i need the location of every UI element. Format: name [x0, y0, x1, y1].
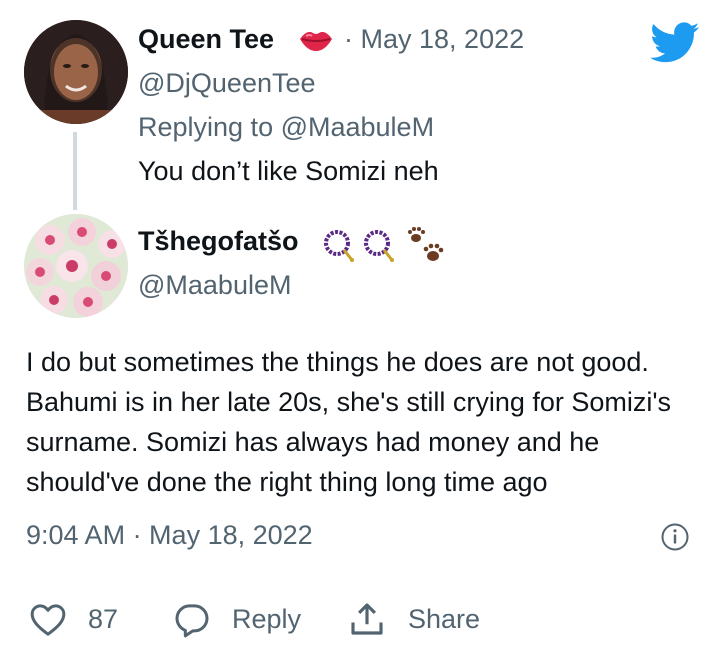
reply-date-text: May 18, 2022 [360, 24, 525, 54]
info-icon[interactable] [660, 522, 690, 552]
replying-to-mention[interactable]: @MaabuleM [281, 112, 434, 142]
heart-icon[interactable] [28, 600, 68, 640]
main-display-name[interactable]: Tšhegofatšo [138, 226, 299, 257]
divider [0, 578, 720, 579]
main-handle[interactable]: @MaabuleM [138, 270, 291, 301]
replying-to-prefix: Replying to [138, 112, 281, 142]
reply-date[interactable]: · May 18, 2022 [344, 24, 524, 55]
reply-tweet-text: You don’t like Somizi neh [138, 156, 439, 186]
share-button[interactable]: Share [408, 604, 480, 635]
avatar-queen-tee[interactable] [24, 20, 128, 124]
reply-bubble-icon[interactable] [172, 600, 212, 640]
lips-icon [298, 25, 334, 57]
avatar-tshegofatso[interactable] [24, 214, 128, 318]
separator-dot: · [344, 24, 353, 54]
prayer-beads-icon [322, 228, 356, 262]
share-icon[interactable] [346, 598, 388, 640]
thread-connector-line [73, 132, 77, 210]
avatar-image [24, 20, 128, 124]
tweet-timestamp[interactable]: 9:04 AM · May 18, 2022 [26, 520, 313, 551]
main-tweet-text: I do but sometimes the things he does ar… [26, 347, 672, 497]
reply-button[interactable]: Reply [232, 604, 301, 635]
like-count[interactable]: 87 [88, 604, 118, 635]
reply-display-name[interactable]: Queen Tee [138, 24, 274, 55]
avatar-image [24, 214, 128, 318]
replying-to-line: Replying to @MaabuleM [138, 112, 434, 143]
prayer-beads-icon [362, 228, 396, 262]
paw-prints-icon [406, 226, 446, 266]
reply-handle[interactable]: @DjQueenTee [138, 68, 316, 99]
twitter-bird-icon[interactable] [650, 22, 700, 64]
